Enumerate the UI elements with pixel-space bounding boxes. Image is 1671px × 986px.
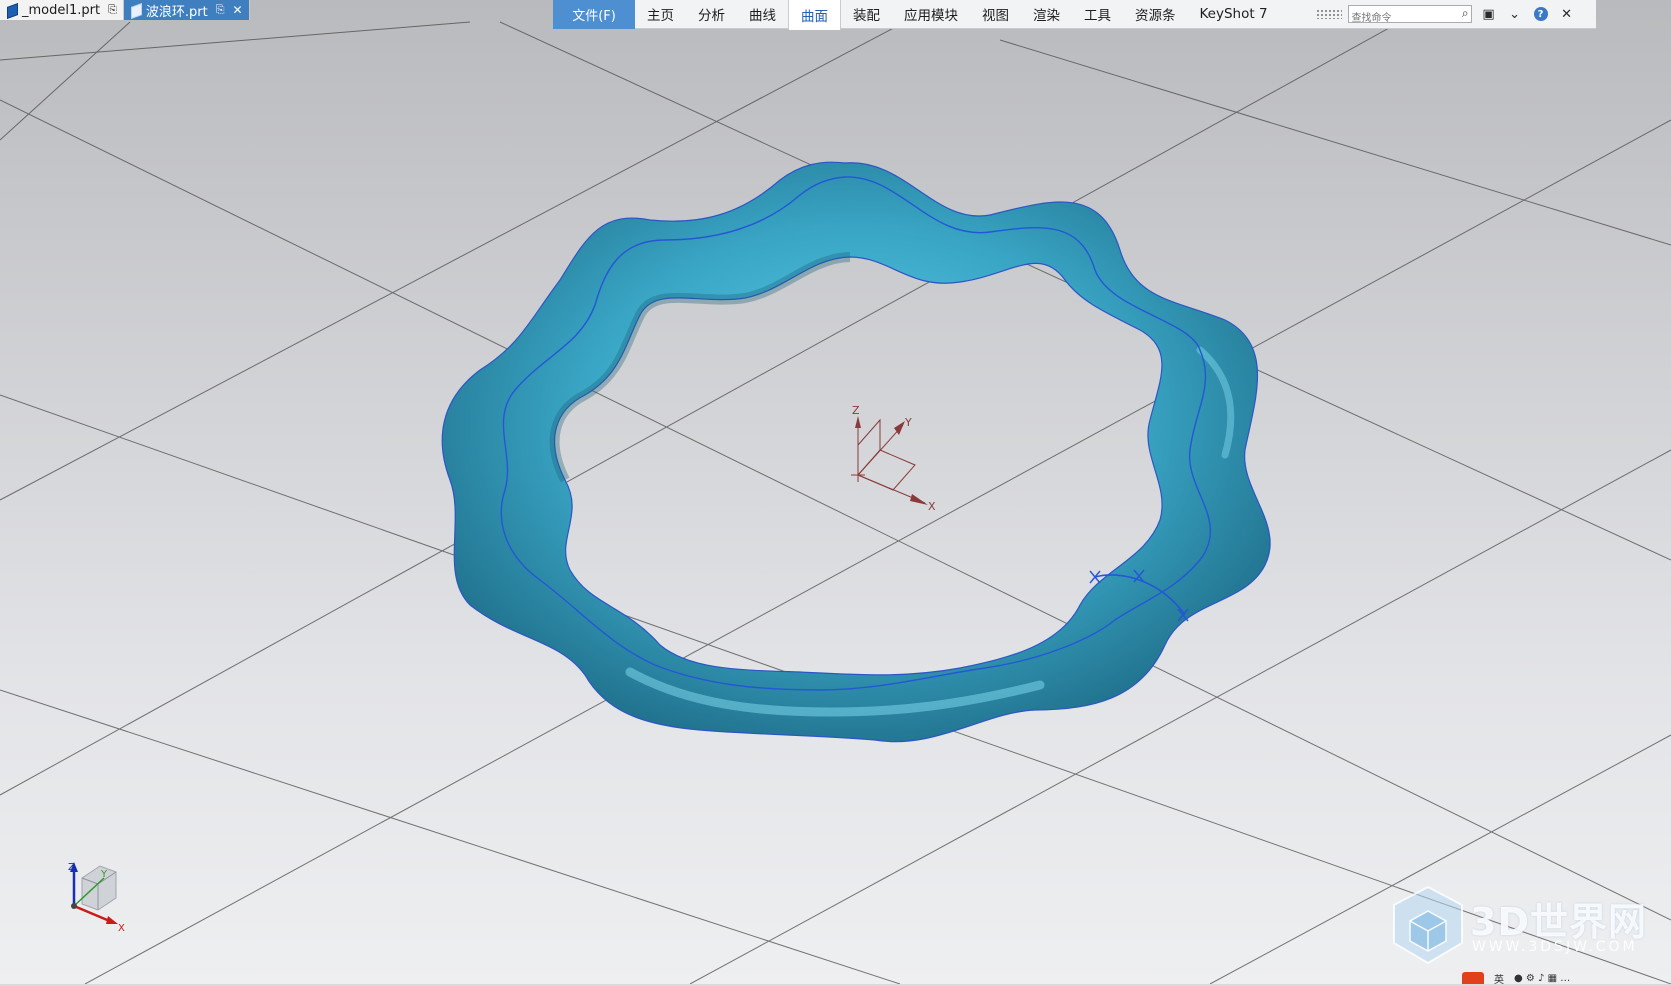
ime-logo-icon[interactable]	[1462, 972, 1484, 984]
close-tab-icon[interactable]: ✕	[233, 3, 243, 17]
tab-tools[interactable]: 工具	[1072, 0, 1123, 29]
tab-model1[interactable]: _model1.prt ⎘	[0, 0, 124, 20]
triad-label-z: Z	[68, 862, 75, 873]
document-tabs: _model1.prt ⎘ 波浪环.prt ⎘ ✕	[0, 0, 250, 20]
window-mode-icon[interactable]: ▣	[1480, 5, 1498, 23]
tab-wave-ring-label: 波浪环.prt	[145, 4, 208, 20]
tab-wave-ring[interactable]: 波浪环.prt ⎘ ✕	[123, 0, 250, 20]
tab-home[interactable]: 主页	[635, 0, 686, 29]
view-triad-icon[interactable]	[70, 862, 118, 924]
watermark-text: 3D世界网	[1470, 900, 1647, 944]
part-file-icon	[6, 4, 18, 16]
tab-render[interactable]: 渲染	[1021, 0, 1072, 29]
scene-canvas[interactable]: Z Y X Z Y X	[0, 0, 1671, 984]
chevron-down-icon[interactable]: ⌄	[1506, 5, 1524, 23]
command-search-input[interactable]	[1348, 10, 1455, 27]
ribbon-menu-bar: 文件(F) 主页 分析 曲线 曲面 装配 应用模块 视图 渲染 工具 资源条 K…	[553, 0, 1596, 30]
tab-resource-bar[interactable]: 资源条	[1123, 0, 1188, 29]
site-watermark: 3D世界网 WWW.3DSJW.COM	[1388, 885, 1658, 965]
search-icon[interactable]: ⌕	[1462, 6, 1469, 21]
csys-label-x: X	[928, 500, 936, 513]
tab-applications[interactable]: 应用模块	[892, 0, 970, 29]
datum-csys[interactable]	[851, 416, 928, 505]
file-menu-button[interactable]: 文件(F)	[553, 0, 635, 29]
tab-keyshot[interactable]: KeyShot 7	[1188, 0, 1280, 29]
watermark-cube-logo	[1393, 885, 1463, 965]
tab-surface[interactable]: 曲面	[788, 0, 841, 30]
tray-icons[interactable]: ● ⚙ ♪ ▦ …	[1514, 973, 1570, 984]
wavy-ring-part[interactable]	[441, 161, 1271, 743]
csys-label-y: Y	[904, 416, 912, 429]
ime-indicator[interactable]: 英	[1494, 971, 1504, 986]
triad-label-x: X	[118, 923, 125, 934]
triad-label-y: Y	[100, 869, 108, 880]
modified-icon: ⎘	[108, 3, 117, 16]
close-window-icon[interactable]: ✕	[1558, 5, 1576, 23]
tab-assembly[interactable]: 装配	[841, 0, 892, 29]
watermark-url: WWW.3DSJW.COM	[1472, 939, 1638, 955]
part-file-icon	[130, 4, 142, 16]
graphics-viewport[interactable]: Z Y X Z Y X	[0, 0, 1671, 984]
help-icon[interactable]: ?	[1532, 5, 1550, 23]
tab-model1-label: _model1.prt	[22, 2, 101, 18]
modified-icon: ⎘	[215, 3, 225, 16]
ribbon-grip-handle[interactable]	[1315, 9, 1342, 19]
csys-label-z: Z	[852, 404, 860, 417]
system-tray: 英 ● ⚙ ♪ ▦ …	[1462, 971, 1671, 986]
tab-analysis[interactable]: 分析	[686, 0, 737, 29]
command-search-box[interactable]: ⌕	[1347, 5, 1472, 27]
tab-view[interactable]: 视图	[970, 0, 1021, 29]
tab-curve[interactable]: 曲线	[737, 0, 788, 29]
